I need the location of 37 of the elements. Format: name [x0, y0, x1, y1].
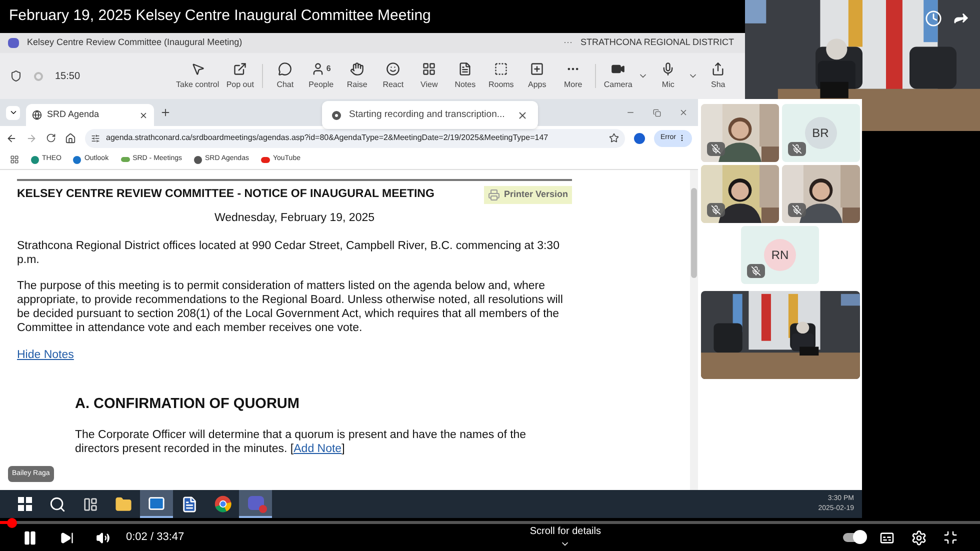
- add-note-link[interactable]: Add Note: [294, 442, 342, 455]
- toolbar-button[interactable]: View: [411, 62, 448, 90]
- paragraph: The Corporate Officer will determine that a quorum is present and have the names of the directors present recorded in the minutes. [Add Note]: [75, 428, 528, 456]
- browser-tab[interactable]: SRD Agenda: [26, 104, 154, 126]
- avatar: RN: [764, 239, 796, 271]
- video-title: February 19, 2025 Kelsey Centre Inaugural Committee Meeting: [9, 6, 431, 26]
- url-text: agenda.strathconard.ca/srdboardmeetings/agendas.asp?id=80&AgendaType=2&MeetingDate=2/19/2025&MeetingType=147: [106, 132, 550, 144]
- toolbar-button[interactable]: Raise: [339, 62, 376, 90]
- scroll-details-text: Scroll for details: [530, 525, 601, 539]
- meeting-date: Wednesday, February 19, 2025: [213, 210, 376, 226]
- toolbar-button[interactable]: Take control: [173, 62, 222, 90]
- toolbar-button[interactable]: Mic: [650, 62, 686, 90]
- section-heading: A. CONFIRMATION OF QUORUM: [75, 395, 300, 414]
- tab-title: SRD Agenda: [47, 108, 100, 122]
- more-options[interactable]: ···: [563, 36, 572, 50]
- hide-notes-link[interactable]: Hide Notes: [17, 346, 74, 364]
- people-count: 6: [326, 62, 331, 74]
- toolbar-button[interactable]: Chat: [267, 62, 304, 90]
- meeting-timer: 15:50: [55, 70, 82, 84]
- paragraph: Strathcona Regional District offices located at 990 Cedar Street, Campbell River, B.C. commencing at 3:30 p.m.: [17, 238, 560, 267]
- address-bar[interactable]: agenda.strathconard.ca/srdboardmeetings/agendas.asp?id=80&AgendaType=2&MeetingDate=2/19/2025&MeetingType=147: [85, 128, 626, 148]
- toolbar-button[interactable]: Sha: [700, 62, 736, 90]
- toolbar-button[interactable]: Notes: [447, 62, 484, 90]
- toolbar-button[interactable]: React: [375, 62, 412, 90]
- toolbar-button[interactable]: Rooms: [483, 62, 520, 90]
- meeting-title: Kelsey Centre Review Committee (Inaugural Meeting): [27, 36, 242, 50]
- organization-name: STRATHCONA REGIONAL DISTRICT: [580, 36, 734, 50]
- toast-text: Starting recording and transcription...: [349, 108, 506, 122]
- toolbar-button[interactable]: More: [555, 62, 592, 90]
- toolbar-button[interactable]: 6 People: [303, 62, 340, 90]
- toolbar-button[interactable]: Camera: [600, 62, 636, 90]
- paragraph: The purpose of this meeting is to permit consideration of matters listed on the agenda below and, where appropriate, to provide recommendations to the Regional Board. Unless otherwise noted, all resolutions will be decided pursuant to section 208(1) of the Local Government Act, which requires that all members of the Committee in attendance vote and each member receives one vote.: [17, 278, 564, 335]
- time-display: 0:02 / 33:47: [126, 530, 184, 546]
- toolbar-button[interactable]: Apps: [519, 62, 556, 90]
- printer-version-link[interactable]: Printer Version: [484, 186, 572, 204]
- toolbar-button[interactable]: Pop out: [222, 62, 258, 90]
- page-heading: KELSEY CENTRE REVIEW COMMITTEE - NOTICE OF INAUGURAL MEETING: [17, 187, 434, 202]
